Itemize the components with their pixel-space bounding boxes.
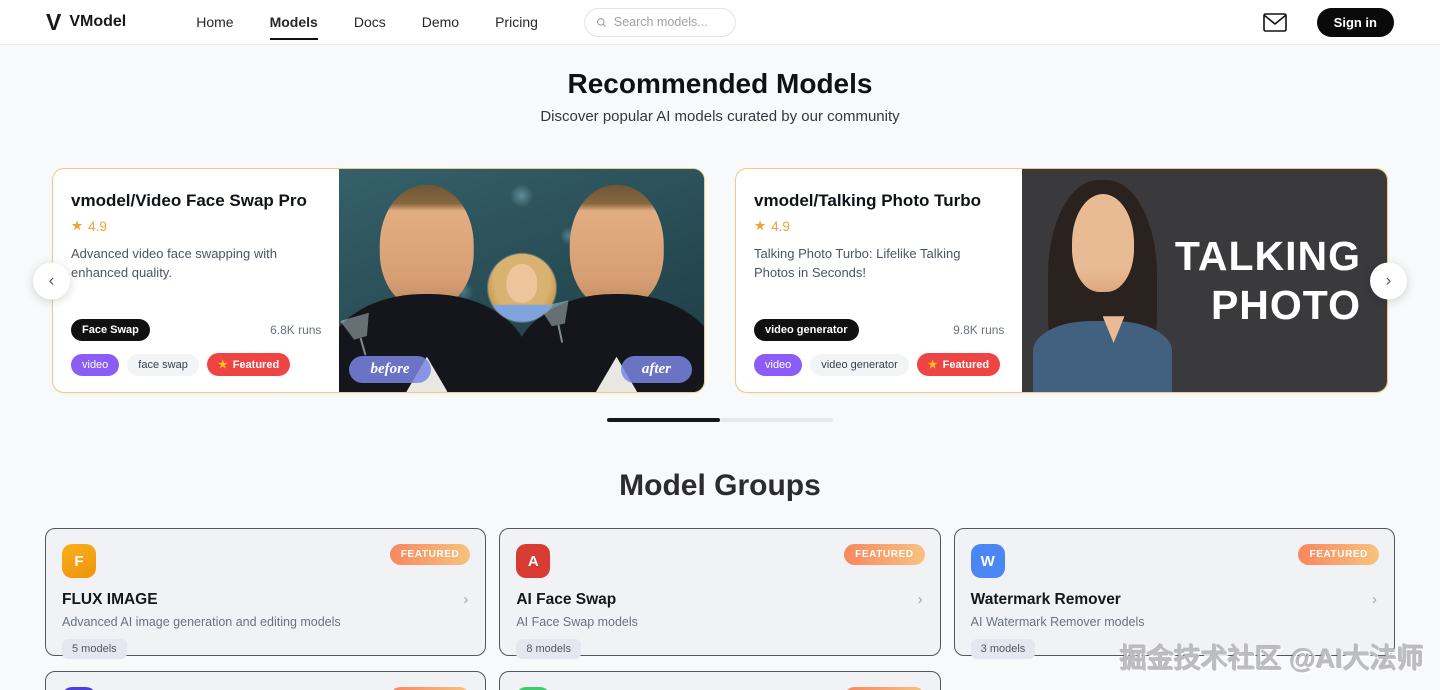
model-count-badge: 8 models [516,639,581,659]
group-card-ai-face-swap[interactable]: A FEATURED AI Face Swap › AI Face Swap m… [499,528,941,659]
model-name: vmodel/Video Face Swap Pro [71,191,307,210]
model-card-content: vmodel/Video Face Swap Pro ★ 4.9 Advance… [53,169,339,392]
brand-logo[interactable]: V VModel [46,8,127,35]
top-nav: V VModel Home Models Docs Demo Pricing S… [0,0,1440,45]
carousel-next-icon[interactable]: › [1370,262,1407,299]
star-icon: ★ [217,359,228,371]
group-card-partial-1[interactable]: FEATURED [45,671,487,690]
nav-link-home[interactable]: Home [196,10,233,34]
pagination-bar-2[interactable] [720,418,833,422]
search-icon [596,17,606,27]
tag-featured-label: Featured [942,358,990,371]
group-description: AI Face Swap models [516,615,638,629]
before-label: before [349,356,431,383]
group-title: FLUX IMAGE [62,591,158,608]
star-icon: ★ [71,218,84,233]
model-rating: ★ 4.9 [754,218,1004,234]
sign-in-button[interactable]: Sign in [1316,7,1394,37]
search-box[interactable] [583,7,736,37]
after-label: after [620,356,692,383]
recommended-carousel: ‹ › vmodel/Video Face Swap Pro ★ 4.9 Adv… [33,168,1407,393]
rating-value: 4.9 [88,218,107,234]
model-card-talking-photo-turbo[interactable]: vmodel/Talking Photo Turbo ★ 4.9 Talking… [735,168,1388,393]
group-card-partial-2[interactable]: FEATURED [499,671,941,690]
group-description: Advanced AI image generation and editing… [62,615,341,629]
model-description: Talking Photo Turbo: Lifelike Talking Ph… [754,246,961,280]
group-description: AI Watermark Remover models [970,615,1145,629]
watermark-text: 掘金技术社区 @AI大法师 [1120,644,1424,674]
featured-badge: FEATURED [1298,544,1379,565]
nav-links: Home Models Docs Demo Pricing [196,10,538,40]
chevron-right-icon: › [917,591,923,608]
nav-link-demo[interactable]: Demo [422,10,459,34]
carousel-prev-icon[interactable]: ‹ [33,262,70,299]
nav-link-models[interactable]: Models [269,10,319,40]
tag-featured-label: Featured [232,358,280,371]
model-card-video-face-swap-pro[interactable]: vmodel/Video Face Swap Pro ★ 4.9 Advance… [52,168,705,393]
model-card-content: vmodel/Talking Photo Turbo ★ 4.9 Talking… [736,169,1022,392]
talking-photo-preview-image: TALKING PHOTO [1022,169,1387,392]
carousel-track: vmodel/Video Face Swap Pro ★ 4.9 Advance… [52,168,1388,393]
star-icon: ★ [754,218,767,233]
model-description: Advanced video face swapping with enhanc… [71,246,277,280]
model-groups-title: Model Groups [619,469,821,502]
group-icon-f: F [62,544,96,578]
runs-count: 9.8K runs [953,323,1005,337]
brand-name: VModel [69,13,127,30]
featured-badge: FEATURED [844,544,925,565]
face-swap-preview-image: before after [339,169,704,392]
tag-face-swap[interactable]: face swap [127,353,199,376]
model-rating: ★ 4.9 [71,218,321,234]
talking-photo-caption: TALKING PHOTO [1174,232,1361,328]
runs-count: 6.8K runs [270,323,322,337]
carousel-pagination [607,418,833,422]
chevron-right-icon: › [463,591,469,608]
tag-video[interactable]: video [71,353,120,376]
tag-video-generator[interactable]: video generator [810,353,909,376]
category-badge: video generator [754,319,859,341]
search-input[interactable] [613,15,724,29]
nav-link-docs[interactable]: Docs [354,10,386,34]
group-icon-w: W [970,544,1005,578]
tag-featured[interactable]: ★ Featured [916,353,1001,376]
nav-link-pricing[interactable]: Pricing [495,10,538,34]
mail-icon[interactable] [1262,11,1289,33]
category-badge: Face Swap [71,319,150,341]
group-card-flux-image[interactable]: F FEATURED FLUX IMAGE › Advanced AI imag… [45,528,487,659]
model-count-badge: 5 models [62,639,127,659]
vmodel-logo-icon: V [46,8,61,35]
rating-value: 4.9 [771,218,790,234]
source-face-inset [487,253,556,322]
model-count-badge: 3 models [970,639,1036,659]
model-name: vmodel/Talking Photo Turbo [754,191,981,210]
recommended-title: Recommended Models [567,68,873,99]
group-icon-a: A [516,544,551,578]
group-title: Watermark Remover [970,591,1121,608]
star-icon: ★ [927,359,938,371]
chevron-right-icon: › [1372,591,1377,608]
pagination-bar-1[interactable] [607,418,720,422]
tag-row: video face swap ★ Featured [71,353,321,376]
tag-row: video video generator ★ Featured [754,353,1004,376]
featured-badge: FEATURED [389,544,471,565]
tag-video[interactable]: video [754,353,803,376]
recommended-subtitle: Discover popular AI models curated by ou… [540,108,900,125]
tag-featured[interactable]: ★ Featured [206,353,291,376]
group-title: AI Face Swap [516,591,617,608]
